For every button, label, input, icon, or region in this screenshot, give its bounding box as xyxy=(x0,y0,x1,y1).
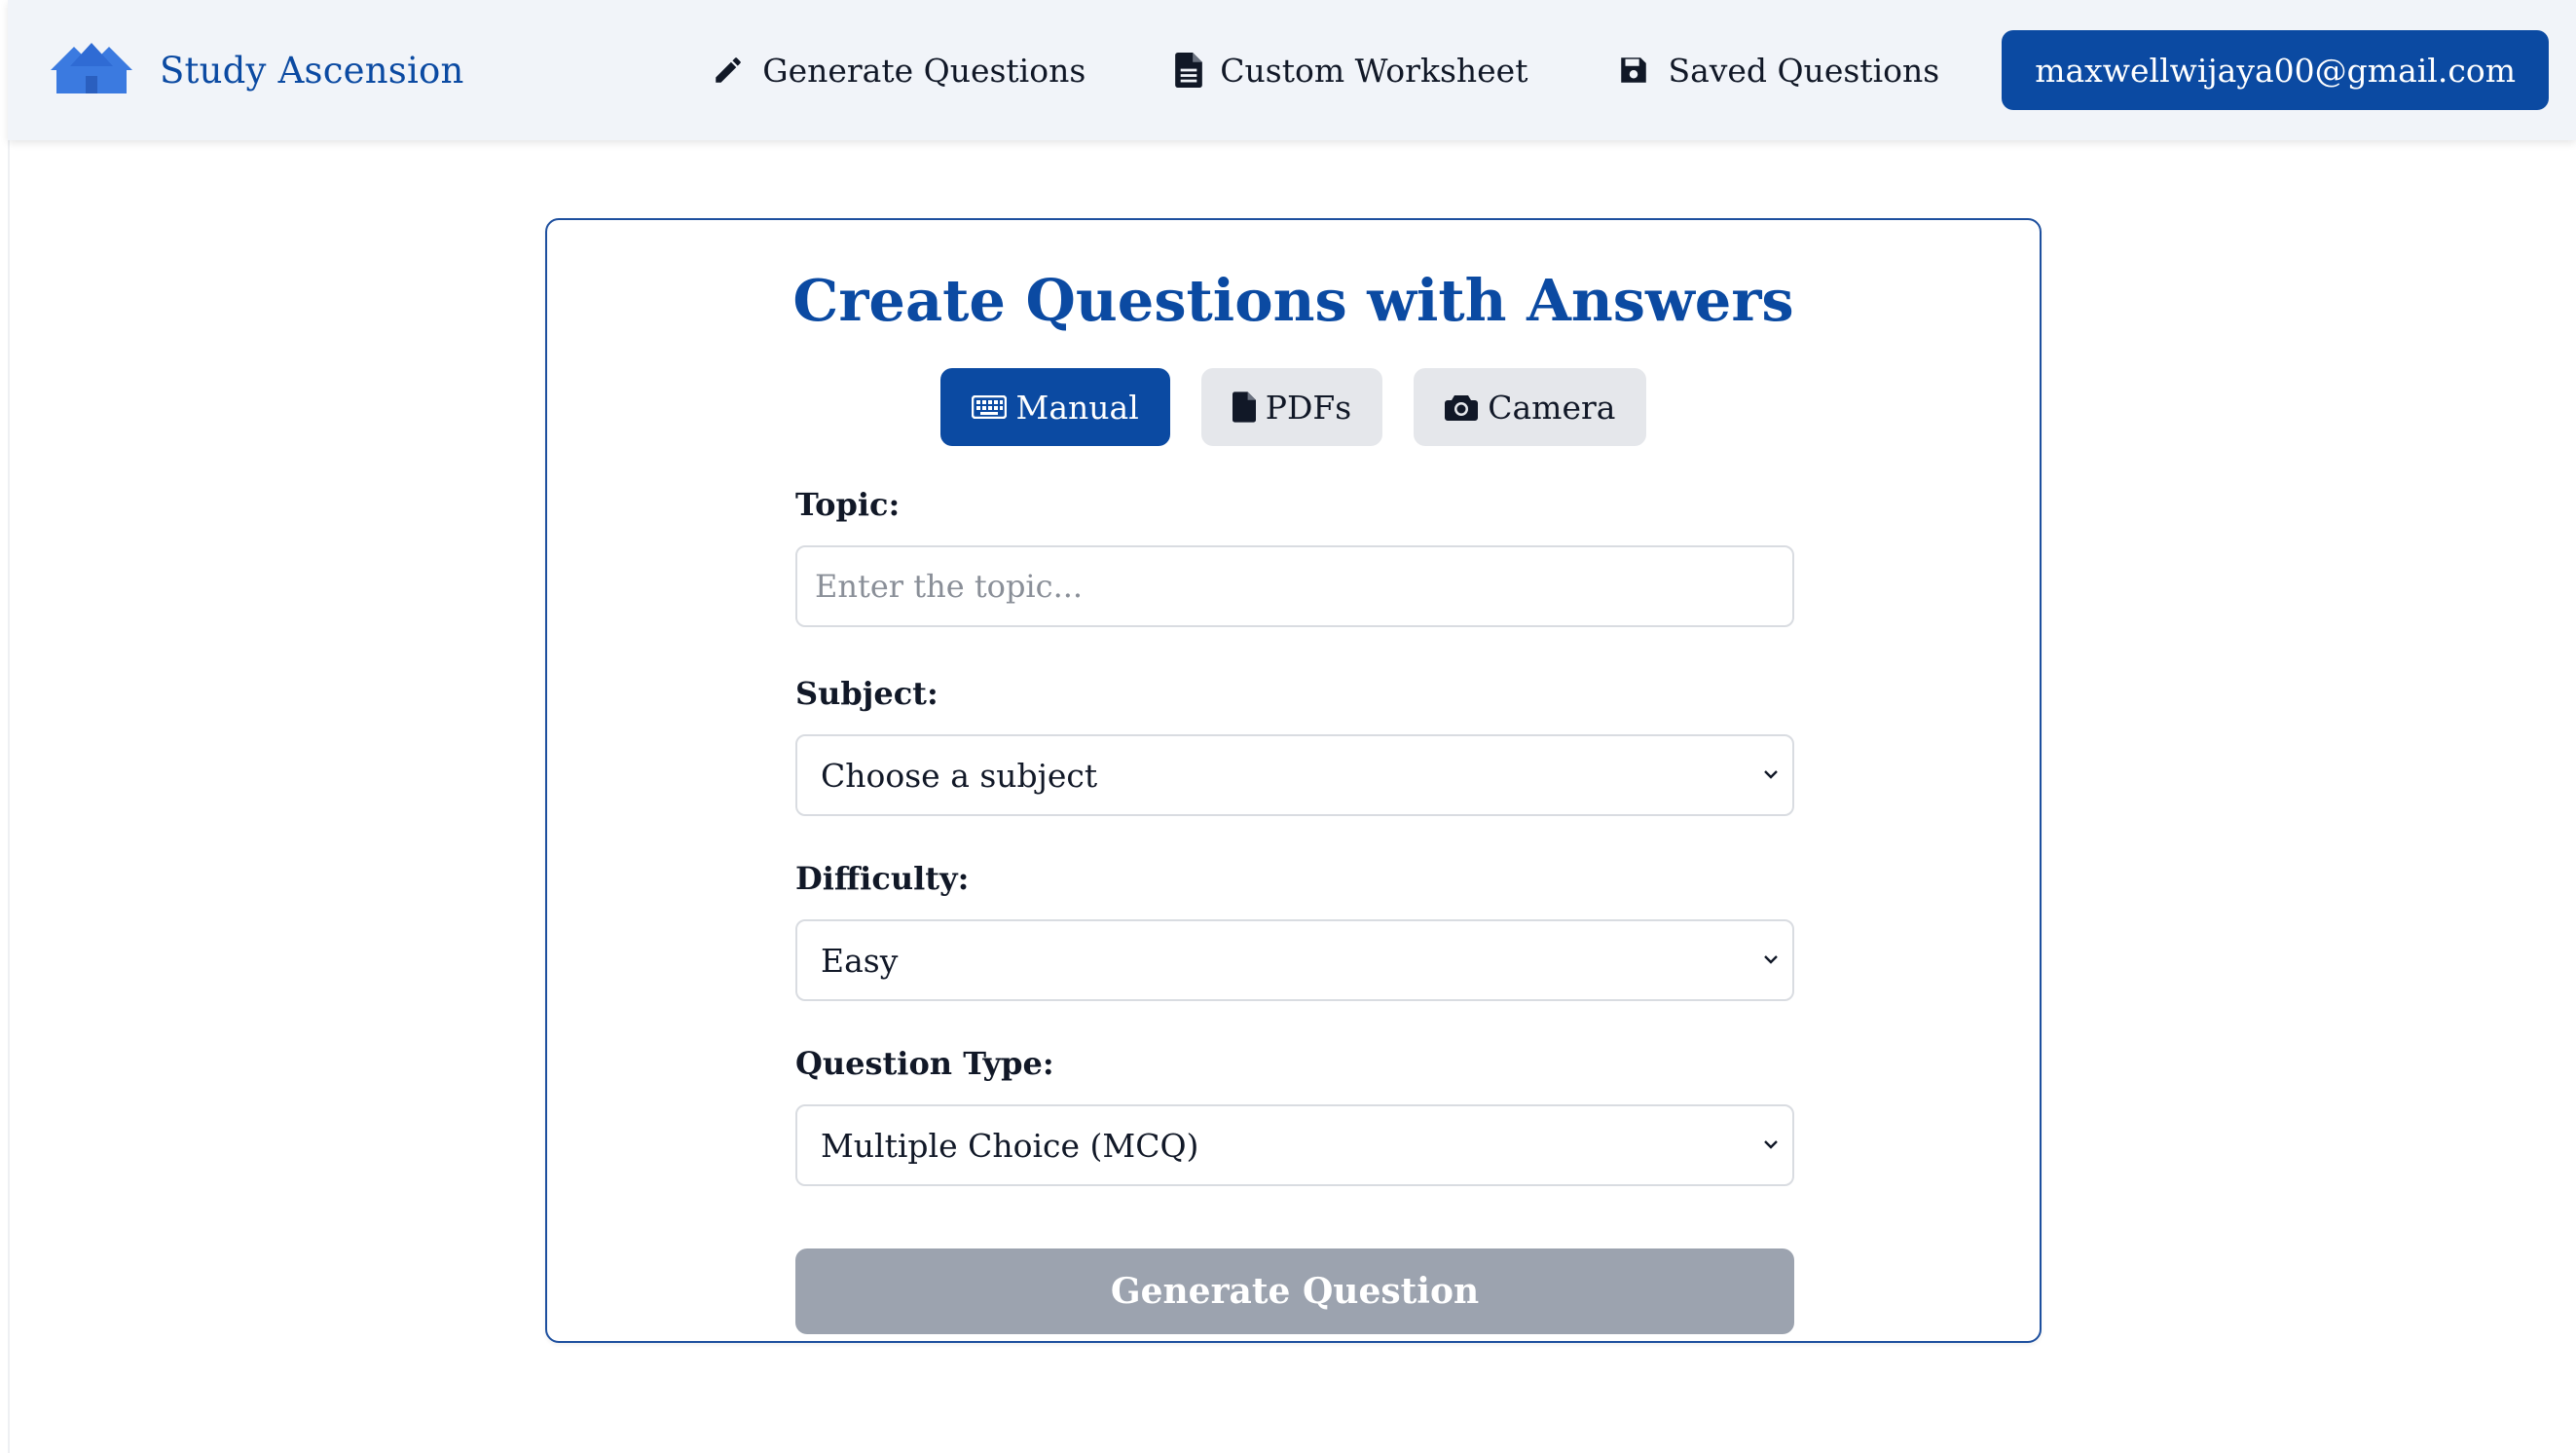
page-title: Create Questions with Answers xyxy=(792,267,1794,334)
chevron-down-icon xyxy=(1764,955,1778,964)
navbar: Study Ascension Generate Questions Custo… xyxy=(8,0,2576,140)
question-type-selected-value: Multiple Choice (MCQ) xyxy=(821,1126,1199,1165)
user-account-button[interactable]: maxwellwijaya00@gmail.com xyxy=(2002,30,2549,110)
subject-select[interactable]: Choose a subject xyxy=(795,734,1794,816)
nav-generate-questions[interactable]: Generate Questions xyxy=(712,52,1086,90)
question-form: Topic: Subject: Choose a subject Difficu… xyxy=(795,483,1794,1334)
file-icon xyxy=(1232,391,1256,423)
keyboard-icon xyxy=(971,395,1007,419)
tab-manual-label: Manual xyxy=(1015,388,1139,427)
tab-manual[interactable]: Manual xyxy=(939,368,1170,446)
tab-camera-label: Camera xyxy=(1488,388,1616,427)
nav-generate-questions-label: Generate Questions xyxy=(762,51,1086,90)
subject-selected-value: Choose a subject xyxy=(821,756,1098,795)
brand-link[interactable]: Study Ascension xyxy=(51,0,463,140)
tab-camera[interactable]: Camera xyxy=(1414,368,1647,446)
question-type-label: Question Type: xyxy=(795,1045,1054,1082)
generate-question-button[interactable]: Generate Question xyxy=(795,1248,1794,1334)
nav-saved-questions[interactable]: Saved Questions xyxy=(1617,52,1939,90)
nav-saved-questions-label: Saved Questions xyxy=(1668,51,1940,90)
brand-name: Study Ascension xyxy=(160,49,464,92)
chevron-down-icon xyxy=(1764,770,1778,779)
document-icon xyxy=(1175,53,1203,88)
difficulty-label: Difficulty: xyxy=(795,860,970,897)
input-mode-tabs: Manual PDFs Camera xyxy=(547,368,2040,446)
topic-label: Topic: xyxy=(795,486,901,523)
camera-icon xyxy=(1445,395,1479,421)
topic-input[interactable] xyxy=(795,545,1794,627)
chevron-down-icon xyxy=(1764,1140,1778,1149)
subject-label: Subject: xyxy=(795,675,938,712)
nav-links: Generate Questions Custom Worksheet Save… xyxy=(712,0,2549,140)
pencil-icon xyxy=(716,57,741,83)
nav-custom-worksheet[interactable]: Custom Worksheet xyxy=(1175,52,1527,90)
question-generator-card: Create Questions with Answers Manual PDF… xyxy=(545,218,2042,1343)
house-logo-icon xyxy=(51,43,132,93)
tab-pdfs-label: PDFs xyxy=(1265,388,1352,427)
difficulty-select[interactable]: Easy xyxy=(795,919,1794,1001)
tab-pdfs[interactable]: PDFs xyxy=(1200,368,1383,446)
nav-custom-worksheet-label: Custom Worksheet xyxy=(1220,51,1528,90)
floppy-disk-icon xyxy=(1621,57,1647,83)
difficulty-selected-value: Easy xyxy=(821,941,899,980)
question-type-select[interactable]: Multiple Choice (MCQ) xyxy=(795,1104,1794,1186)
